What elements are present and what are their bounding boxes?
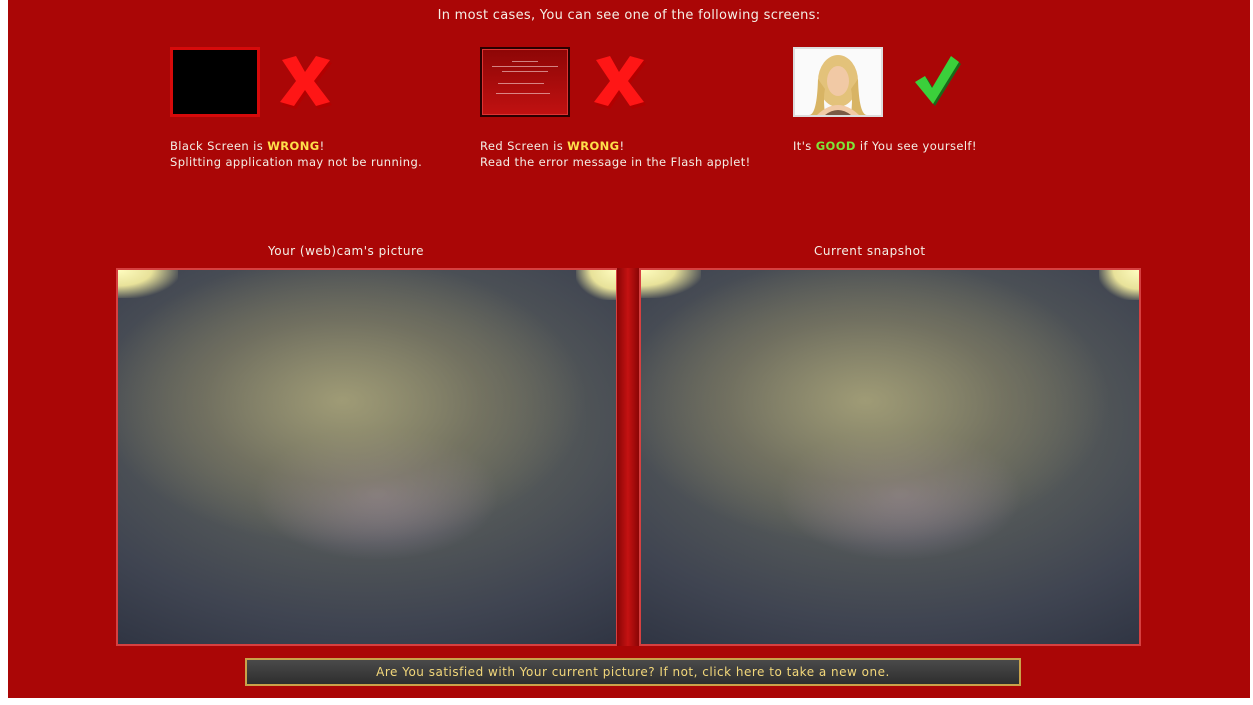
snapshot-label: Current snapshot <box>814 244 926 258</box>
caption-detail: Read the error message in the Flash appl… <box>480 155 751 169</box>
webcam-view <box>116 268 618 646</box>
cross-icon <box>594 56 646 109</box>
caption-text: ! <box>319 139 325 153</box>
caption-text: if You see yourself! <box>855 139 977 153</box>
good-caption: It's GOOD if You see yourself! <box>793 138 1093 154</box>
retake-button[interactable]: Are You satisfied with Your current pict… <box>245 658 1021 686</box>
black-screen-example <box>170 47 260 117</box>
cross-icon <box>280 56 332 109</box>
wrong-label: WRONG <box>267 139 320 153</box>
snapshot-view <box>639 268 1141 646</box>
caption-text: Black Screen is <box>170 139 268 153</box>
caption-text: It's <box>793 139 816 153</box>
webcam-label: Your (web)cam's picture <box>268 244 425 258</box>
black-screen-caption: Black Screen is WRONG! Splitting applica… <box>170 138 440 170</box>
main-panel: In most cases, You can see one of the fo… <box>8 0 1250 698</box>
caption-text: Red Screen is <box>480 139 568 153</box>
red-screen-example <box>480 47 570 117</box>
good-label: GOOD <box>815 139 856 153</box>
wrong-label: WRONG <box>567 139 620 153</box>
red-screen-caption: Red Screen is WRONG! Read the error mess… <box>480 138 770 170</box>
caption-text: ! <box>619 139 625 153</box>
good-example-photo <box>793 47 883 117</box>
view-divider <box>617 268 639 646</box>
person-photo <box>795 49 881 115</box>
checkmark-icon <box>915 56 961 106</box>
caption-detail: Splitting application may not be running… <box>170 155 423 169</box>
page-heading: In most cases, You can see one of the fo… <box>437 8 821 23</box>
